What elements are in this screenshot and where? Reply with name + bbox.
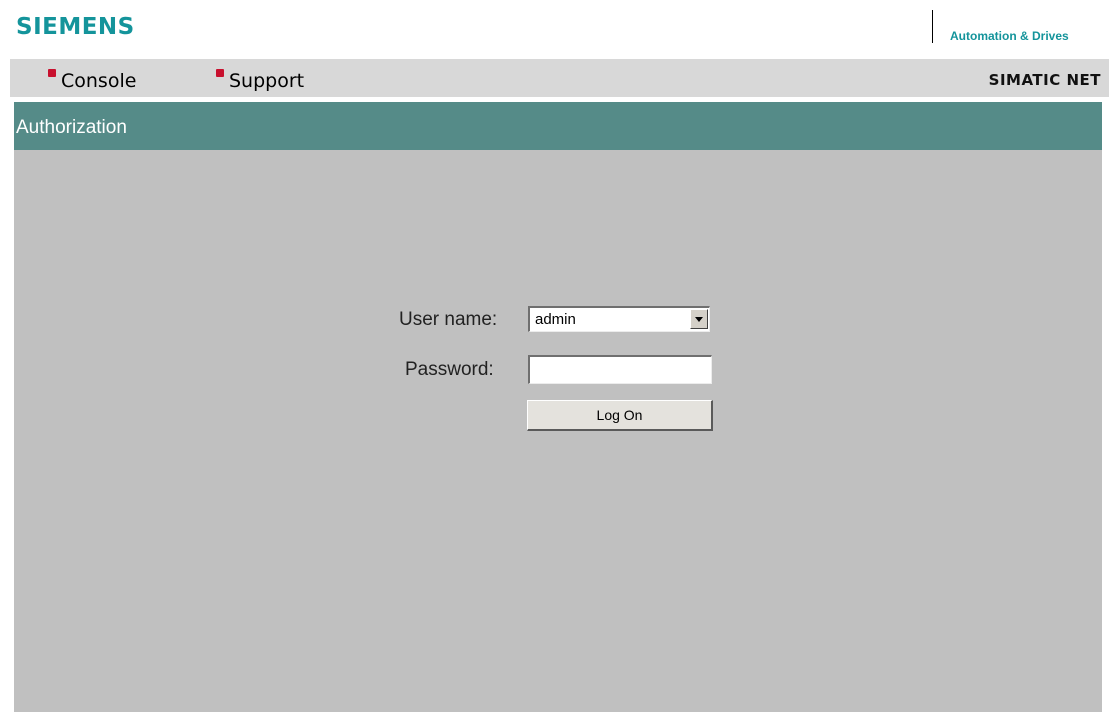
red-square-bullet-icon <box>216 69 224 77</box>
page-header: SIEMENS Automation & Drives <box>0 0 1109 58</box>
username-select[interactable]: admin <box>528 306 710 332</box>
chevron-down-icon[interactable] <box>690 309 708 329</box>
login-form: User name: admin Password: Log On <box>14 102 1102 712</box>
password-label: Password: <box>405 359 494 380</box>
siemens-logo: SIEMENS <box>16 14 135 40</box>
username-selected-value: admin <box>535 311 576 328</box>
nav-item-label[interactable]: Support <box>229 69 304 93</box>
red-square-bullet-icon <box>48 69 56 77</box>
password-input[interactable] <box>528 355 712 384</box>
product-label: SIMATIC NET <box>988 71 1101 89</box>
nav-item-support[interactable]: Support <box>216 69 304 93</box>
username-label: User name: <box>399 309 498 330</box>
nav-bar: Console Support SIMATIC NET <box>10 59 1109 97</box>
nav-item-console[interactable]: Console <box>48 69 136 93</box>
log-on-button[interactable]: Log On <box>527 400 713 431</box>
header-divider <box>932 10 933 43</box>
division-label: Automation & Drives <box>950 29 1069 43</box>
main-content: Authorization User name: admin Password:… <box>14 102 1102 712</box>
nav-item-label[interactable]: Console <box>61 69 136 93</box>
